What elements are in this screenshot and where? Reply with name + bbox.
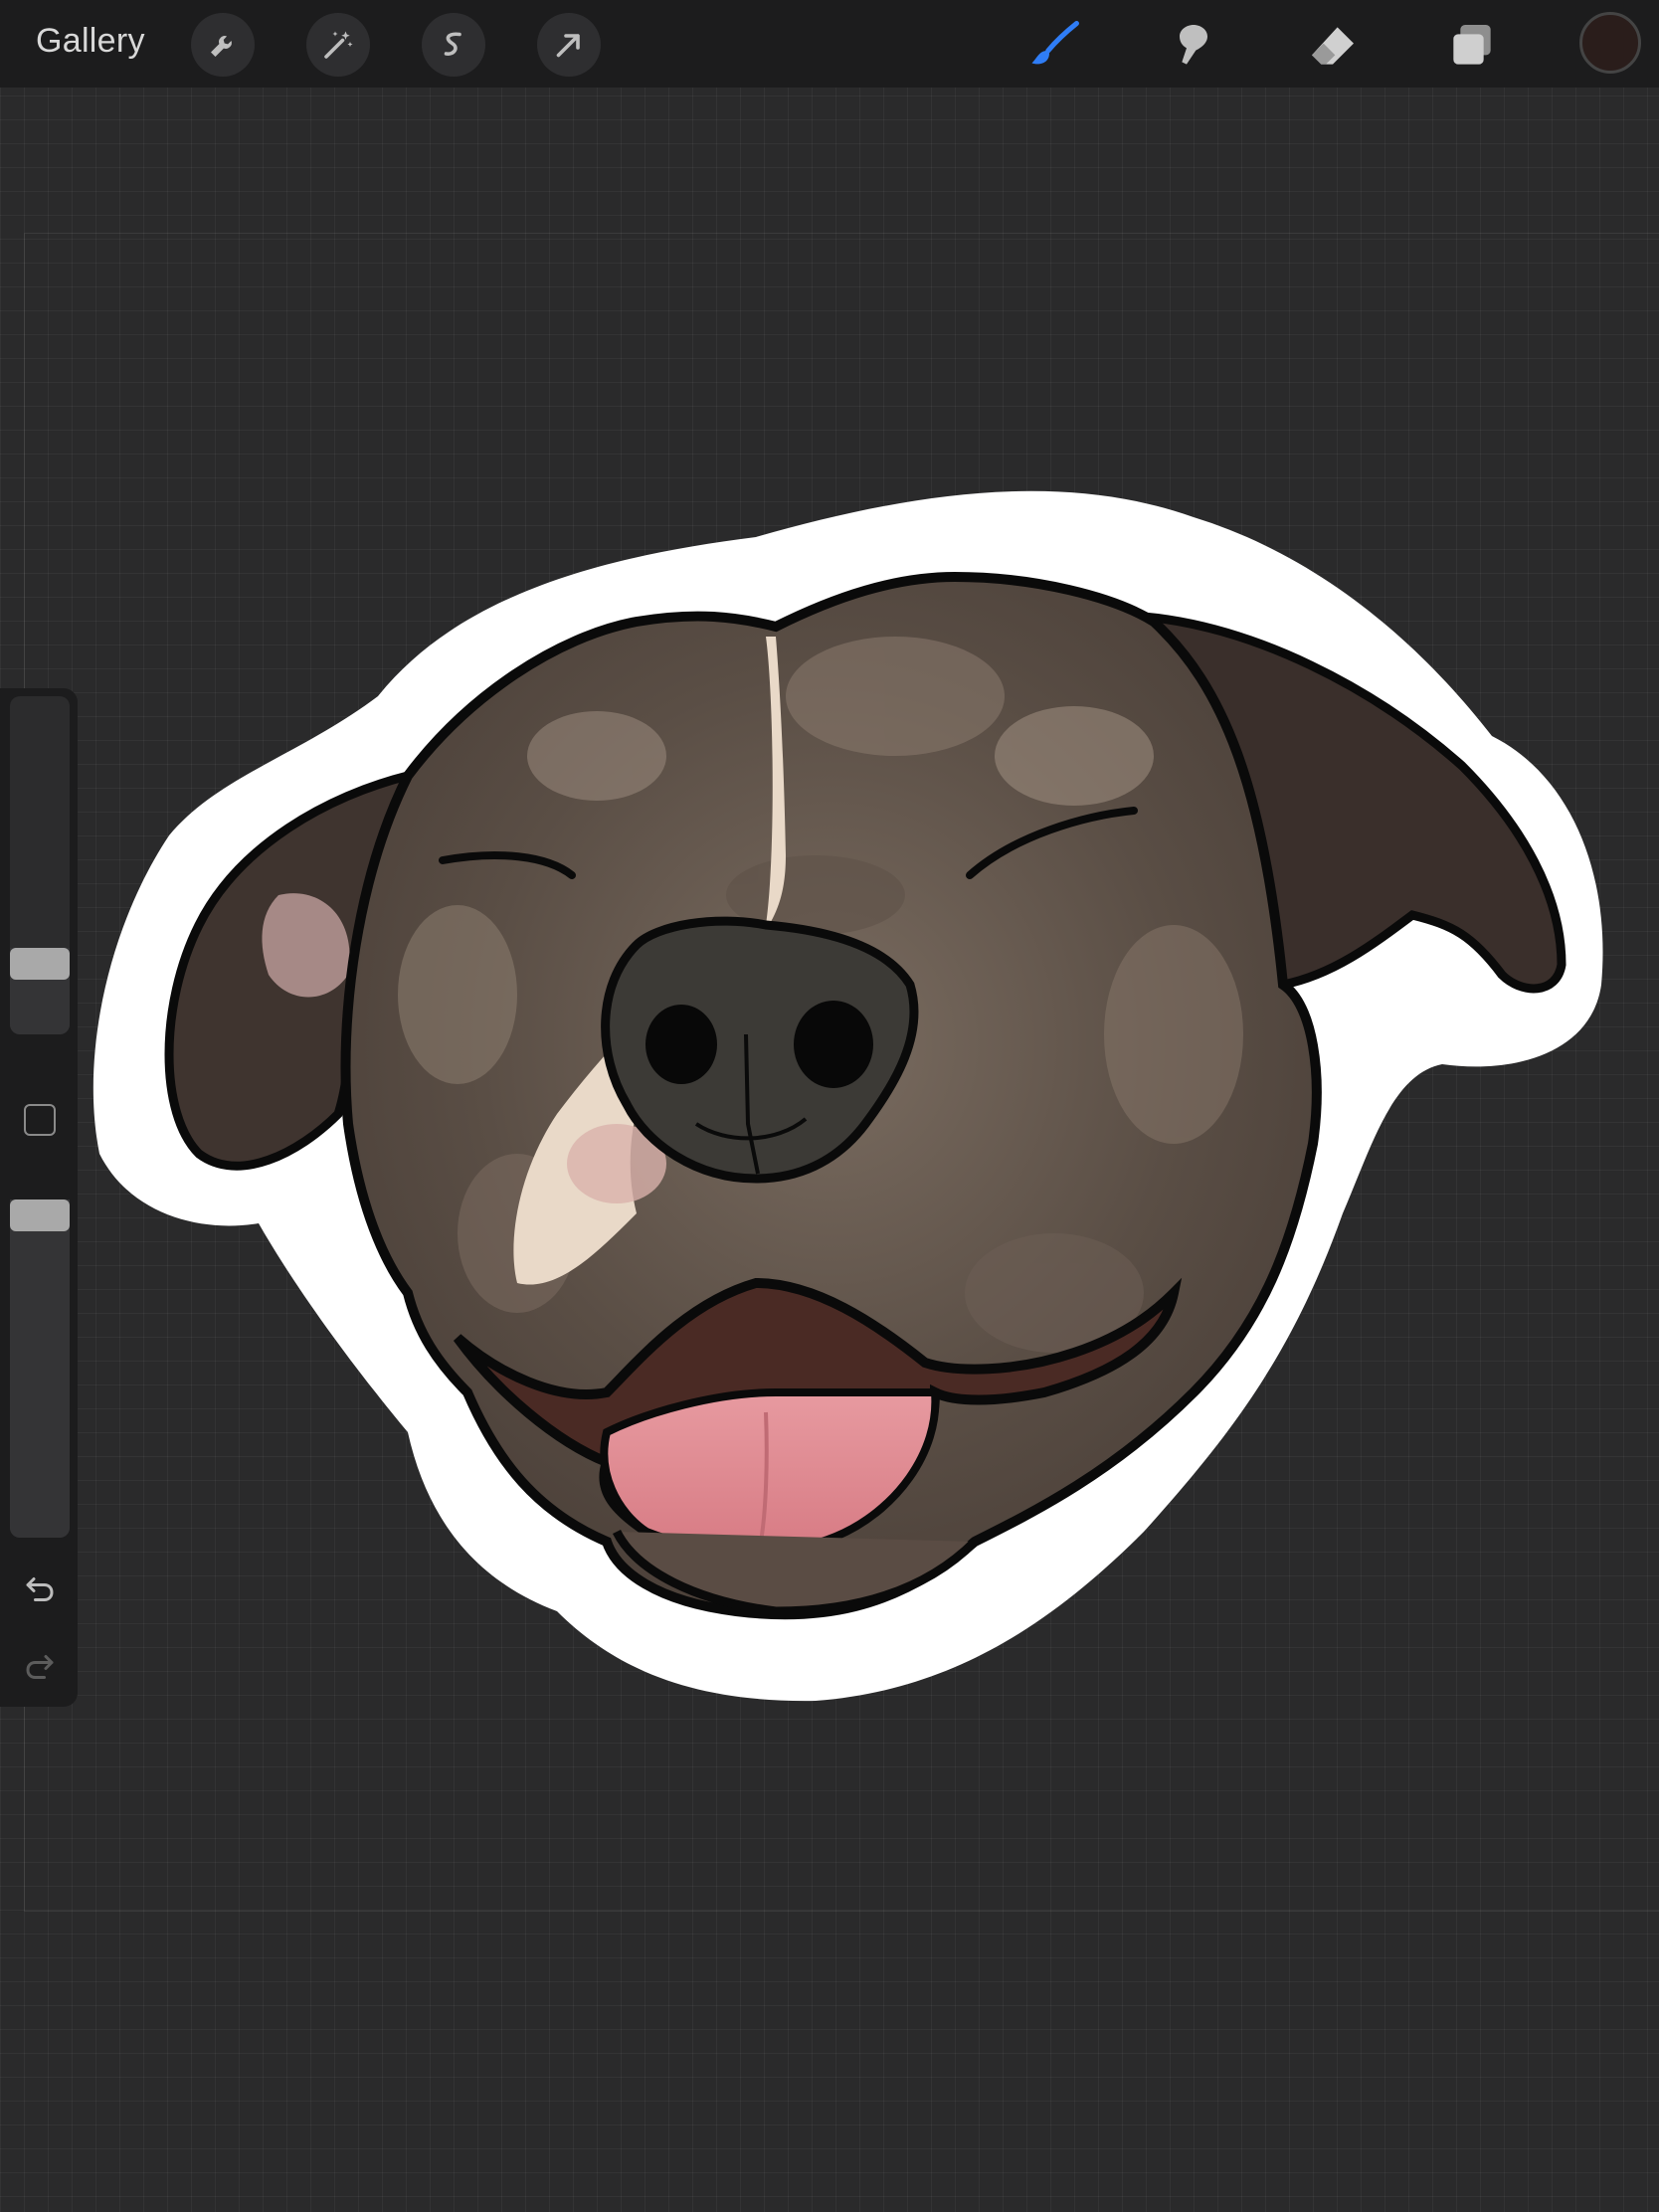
magic-wand-icon [324, 31, 353, 59]
brush-size-thumb[interactable] [10, 947, 70, 980]
modify-square-icon[interactable] [24, 1104, 56, 1136]
transform-button[interactable] [537, 13, 601, 77]
opacity-thumb[interactable] [10, 1199, 70, 1231]
brush-icon [1031, 21, 1079, 65]
selection-icon [444, 32, 461, 56]
left-nostril [645, 1005, 717, 1084]
wrench-icon [211, 36, 232, 57]
layers-icon [1453, 25, 1491, 65]
smudge-icon [1180, 25, 1207, 65]
actions-button[interactable] [191, 13, 255, 77]
undo-icon[interactable] [22, 1571, 58, 1607]
artwork-canvas[interactable] [0, 0, 1659, 2212]
transform-arrow-icon [556, 34, 580, 58]
right-nostril [794, 1001, 873, 1088]
adjustments-button[interactable] [306, 13, 370, 77]
layers-button[interactable] [1440, 14, 1504, 78]
left-sidebar [0, 688, 78, 1707]
color-picker-button[interactable] [1579, 12, 1641, 74]
eraser-icon [1312, 27, 1354, 65]
top-toolbar: Gallery [0, 0, 1659, 88]
opacity-fill [10, 1199, 70, 1538]
brush-size-slider[interactable] [10, 696, 70, 1034]
eraser-button[interactable] [1301, 14, 1365, 78]
paint-button[interactable] [1022, 14, 1086, 78]
selection-button[interactable] [422, 13, 485, 77]
opacity-slider[interactable] [10, 1199, 70, 1538]
gallery-button[interactable]: Gallery [36, 22, 145, 61]
smudge-button[interactable] [1162, 14, 1225, 78]
redo-icon[interactable] [22, 1649, 58, 1685]
